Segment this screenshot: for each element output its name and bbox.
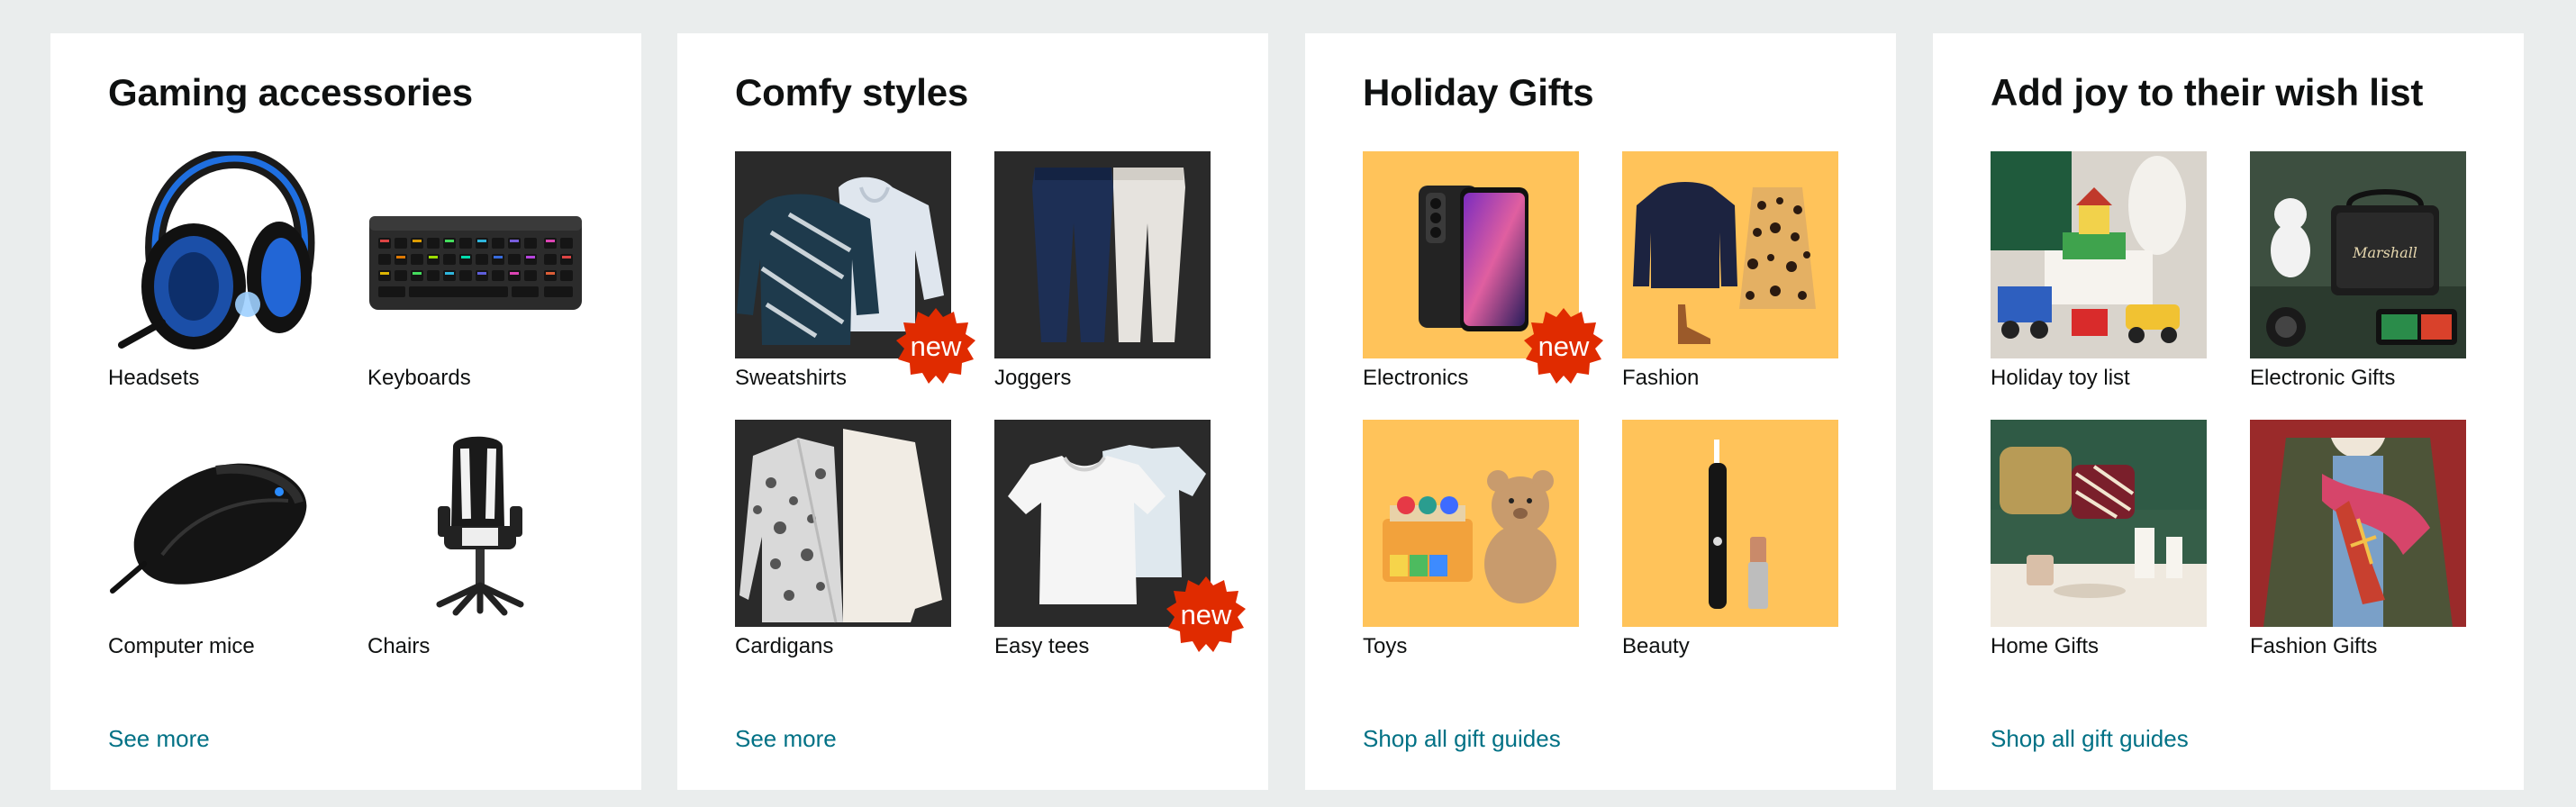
tile-label: Computer mice (108, 634, 255, 658)
shop-all-gift-guides-link[interactable]: Shop all gift guides (1991, 724, 2189, 753)
card-comfy-styles: Comfy styles Sweatshirts new Joggers Car… (677, 33, 1268, 790)
mouse-image (108, 420, 324, 627)
cardigan-image (735, 420, 951, 627)
tile-label: Fashion (1622, 366, 1700, 390)
see-more-link[interactable]: See more (735, 724, 837, 753)
card-gaming-accessories: Gaming accessories Headsets Keyboards Co… (50, 33, 641, 790)
card-title: Add joy to their wish list (1991, 71, 2424, 113)
beauty-image (1622, 420, 1838, 627)
new-badge: new (895, 306, 976, 387)
new-badge: new (1523, 306, 1604, 387)
tile-label: Keyboards (367, 366, 471, 390)
tile-label: Fashion Gifts (2250, 634, 2378, 658)
new-badge: new (1166, 575, 1247, 656)
tile-toys[interactable]: Toys (1363, 420, 1579, 658)
toy-set-image (1991, 151, 2207, 358)
card-wish-list: Add joy to their wish list Holiday toy l… (1933, 33, 2524, 790)
tile-joggers[interactable]: Joggers (994, 151, 1211, 390)
tile-fashion[interactable]: Fashion (1622, 151, 1838, 390)
tile-chairs[interactable]: Chairs (367, 420, 584, 658)
speaker-image: Marshall (2250, 151, 2466, 358)
see-more-link[interactable]: See more (108, 724, 210, 753)
home-decor-image (1991, 420, 2207, 627)
jacket-scarf-image (2250, 420, 2466, 627)
tile-label: Joggers (994, 366, 1072, 390)
tile-label: Cardigans (735, 634, 834, 658)
tile-fashion-gifts[interactable]: Fashion Gifts (2250, 420, 2466, 658)
tile-keyboards[interactable]: Keyboards (367, 151, 584, 390)
tile-label: Toys (1363, 634, 1408, 658)
tile-electronics[interactable]: Electronics new (1363, 151, 1603, 390)
tile-label: Sweatshirts (735, 366, 848, 390)
tile-easy-tees[interactable]: Easy tees new (994, 420, 1246, 658)
tile-label: Headsets (108, 366, 200, 390)
gaming-chair-image (367, 420, 584, 627)
keyboard-image (367, 151, 584, 358)
tile-electronic-gifts[interactable]: Marshall Electronic Gifts (2250, 151, 2466, 390)
card-holiday-gifts: Holiday Gifts Electronics new Fashion To… (1305, 33, 1896, 790)
tile-label: Beauty (1622, 634, 1690, 658)
tile-label: Chairs (367, 634, 431, 658)
card-title: Gaming accessories (108, 71, 473, 113)
tile-label: Holiday toy list (1991, 366, 2130, 390)
toys-image (1363, 420, 1579, 627)
shop-all-gift-guides-link[interactable]: Shop all gift guides (1363, 724, 1561, 753)
tile-label: Electronics (1363, 366, 1469, 390)
fashion-image (1622, 151, 1838, 358)
card-title: Comfy styles (735, 71, 969, 113)
tile-label: Home Gifts (1991, 634, 2100, 658)
tile-sweatshirts[interactable]: Sweatshirts new (735, 151, 975, 390)
tile-label: Easy tees (994, 634, 1090, 658)
tile-cardigans[interactable]: Cardigans (735, 420, 951, 658)
tile-headsets[interactable]: Headsets (108, 151, 324, 390)
headset-image (108, 151, 324, 358)
tile-computer-mice[interactable]: Computer mice (108, 420, 324, 658)
tile-label: Electronic Gifts (2250, 366, 2396, 390)
tile-holiday-toy-list[interactable]: Holiday toy list (1991, 151, 2207, 390)
tile-home-gifts[interactable]: Home Gifts (1991, 420, 2207, 658)
tile-beauty[interactable]: Beauty (1622, 420, 1838, 658)
joggers-image (994, 151, 1211, 358)
svg-text:Marshall: Marshall (2352, 244, 2417, 261)
card-title: Holiday Gifts (1363, 71, 1594, 113)
